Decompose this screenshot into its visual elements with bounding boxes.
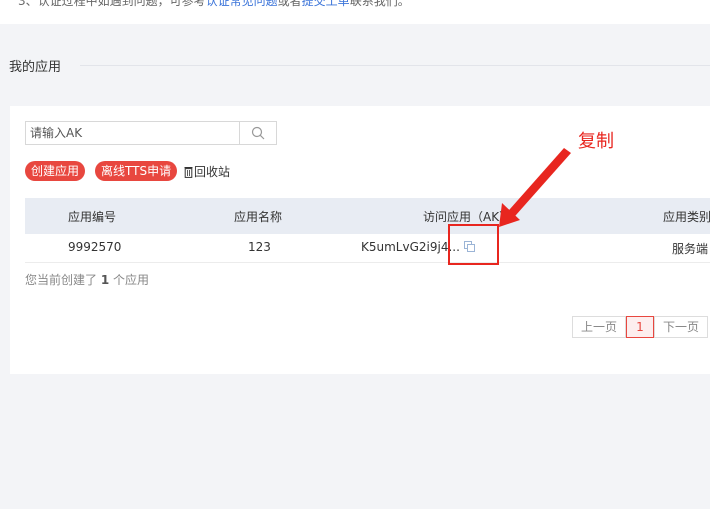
section-divider <box>80 65 710 66</box>
top-note-middle: 或者 <box>277 0 302 8</box>
search-input[interactable] <box>26 122 244 144</box>
recycle-bin-label: 回收站 <box>194 165 231 179</box>
app-category-cell: 服务端 <box>672 242 709 256</box>
column-header-app-name: 应用名称 <box>234 210 283 224</box>
search-button[interactable] <box>239 122 276 144</box>
annotation-label-copy: 复制 <box>578 131 614 152</box>
app-count-summary: 您当前创建了 1 个应用 <box>25 271 149 288</box>
section-title: 我的应用 <box>9 60 62 75</box>
app-ak-cell: K5umLvG2i9j4... <box>361 240 460 254</box>
prev-page-button[interactable]: 上一页 <box>572 316 626 338</box>
top-note-prefix: 3、认证过程中如遇到问题，可参考 <box>18 0 206 8</box>
top-info-card: 3、认证过程中如遇到问题，可参考认证常见问题或者提交工单联系我们。 <box>0 0 710 24</box>
copy-highlight-box <box>448 224 499 265</box>
recycle-bin-button[interactable]: 回收站 <box>184 163 230 180</box>
app-name-cell: 123 <box>248 240 271 254</box>
summary-prefix: 您当前创建了 <box>25 273 98 287</box>
top-note-suffix: 联系我们。 <box>349 0 410 8</box>
column-header-ak: 访问应用（AK） <box>423 210 512 224</box>
recycle-bin-icon <box>184 167 193 178</box>
search-icon <box>251 126 265 140</box>
table-row[interactable]: 9992570 123 K5umLvG2i9j4... 服务端 <box>25 234 710 263</box>
page-1-button[interactable]: 1 <box>626 316 654 338</box>
table-header: 应用编号 应用名称 访问应用（AK） 应用类别 <box>25 198 710 234</box>
next-page-button[interactable]: 下一页 <box>654 316 708 338</box>
search-box <box>25 121 277 145</box>
column-header-app-id: 应用编号 <box>68 210 117 224</box>
summary-count: 1 <box>100 273 110 287</box>
top-note: 3、认证过程中如遇到问题，可参考认证常见问题或者提交工单联系我们。 <box>18 0 410 9</box>
summary-suffix: 个应用 <box>113 273 150 287</box>
create-app-button[interactable]: 创建应用 <box>25 161 86 181</box>
ticket-link[interactable]: 提交工单 <box>302 0 350 8</box>
column-header-category: 应用类别 <box>663 210 710 224</box>
offline-tts-apply-button[interactable]: 离线TTS申请 <box>95 161 178 181</box>
faq-link[interactable]: 认证常见问题 <box>206 0 278 8</box>
app-id-cell: 9992570 <box>68 240 122 254</box>
